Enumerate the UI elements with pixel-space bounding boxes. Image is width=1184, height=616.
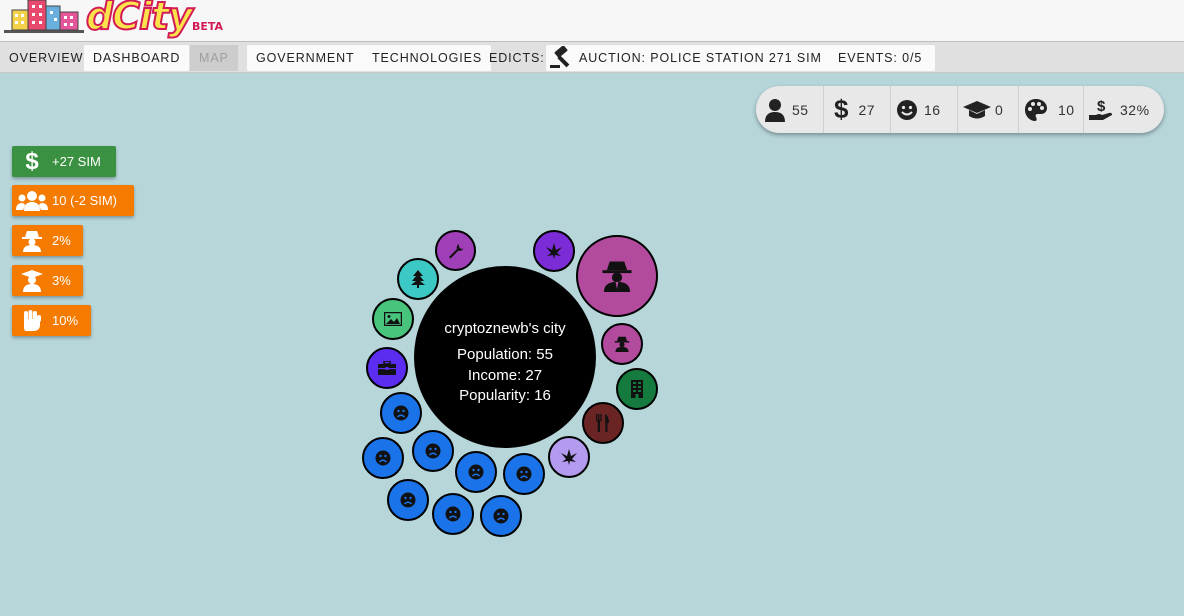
graduation-cap-icon bbox=[963, 100, 991, 118]
nav-auction[interactable]: AUCTION: POLICE STATION 271 SIM bbox=[546, 45, 831, 71]
spy-icon bbox=[614, 336, 630, 352]
badge-workers[interactable]: 10 (-2 SIM) bbox=[12, 185, 134, 216]
stat-population[interactable]: 55 bbox=[764, 86, 809, 133]
stat-happiness[interactable]: 16 bbox=[896, 86, 941, 133]
dollar-icon: $ bbox=[25, 147, 39, 175]
nav-overview[interactable]: OVERVIEW bbox=[0, 45, 92, 71]
building-bubble-gallery[interactable] bbox=[372, 298, 414, 340]
building-bubble-home[interactable] bbox=[380, 392, 422, 434]
building-bubble-home[interactable] bbox=[480, 495, 522, 537]
city-name: cryptoznewb's city bbox=[444, 320, 566, 337]
stats-bar: 55 $ 27 16 0 10 $ 32% bbox=[756, 86, 1164, 133]
graduate-icon bbox=[12, 269, 52, 292]
utensils-icon bbox=[596, 414, 609, 432]
smile-icon bbox=[897, 99, 917, 120]
stat-happiness-value: 16 bbox=[924, 101, 941, 118]
wrench-icon bbox=[448, 243, 463, 258]
building-bubble-home[interactable] bbox=[503, 453, 545, 495]
badge-workers-value: 10 (-2 SIM) bbox=[52, 193, 118, 208]
briefcase-icon bbox=[378, 361, 396, 375]
building-bubble-home[interactable] bbox=[387, 479, 429, 521]
stat-culture[interactable]: 10 bbox=[1024, 86, 1075, 133]
frown-icon bbox=[516, 466, 532, 482]
badge-income-value: +27 SIM bbox=[52, 154, 101, 169]
building-bubble-park[interactable] bbox=[397, 258, 439, 300]
frown-icon bbox=[468, 464, 484, 480]
badge-crime[interactable]: 2% bbox=[12, 225, 83, 256]
logo-beta-tag: BETA bbox=[192, 20, 224, 33]
logo-text: dCity bbox=[85, 0, 194, 39]
badge-education-value: 3% bbox=[52, 273, 71, 288]
stat-income[interactable]: $ 27 bbox=[834, 86, 875, 133]
frown-icon bbox=[445, 506, 461, 522]
city-popularity: Popularity: 16 bbox=[459, 387, 551, 404]
spy-icon bbox=[602, 261, 632, 292]
building-bubble-restaurant[interactable] bbox=[582, 402, 624, 444]
stat-education[interactable]: 0 bbox=[962, 86, 1003, 133]
stat-population-value: 55 bbox=[792, 101, 809, 118]
building-bubble-maintenance[interactable] bbox=[435, 230, 476, 271]
city-income: Income: 27 bbox=[467, 367, 543, 384]
nav-edicts[interactable]: EDICTS: bbox=[480, 45, 554, 71]
building-bubble-business[interactable] bbox=[366, 347, 408, 389]
building-bubble-home[interactable] bbox=[432, 493, 474, 535]
dollar-icon: $ bbox=[834, 94, 849, 124]
hand-money-icon: $ bbox=[1089, 98, 1112, 120]
frown-icon bbox=[493, 508, 509, 524]
city-center-bubble[interactable]: cryptoznewb's city Population: 55 Income… bbox=[414, 266, 596, 448]
building-bubble-home[interactable] bbox=[362, 437, 404, 479]
users-icon bbox=[12, 190, 52, 212]
fist-icon bbox=[12, 309, 52, 332]
frown-icon bbox=[400, 492, 416, 508]
header: dCity BETA bbox=[0, 0, 1184, 41]
nav-government[interactable]: GOVERNMENT bbox=[247, 45, 364, 71]
badge-education[interactable]: 3% bbox=[12, 265, 83, 296]
frown-icon bbox=[393, 405, 409, 421]
leaf-icon bbox=[546, 243, 562, 259]
svg-text:$: $ bbox=[1097, 98, 1106, 115]
city-buildings-icon bbox=[4, 0, 84, 33]
building-bubble-cannabis-farm[interactable] bbox=[533, 230, 575, 272]
building-bubble-police-station[interactable] bbox=[576, 235, 658, 317]
badge-income[interactable]: $ +27 SIM bbox=[12, 146, 116, 177]
building-bubble-home[interactable] bbox=[412, 430, 454, 472]
city-population: Population: 55 bbox=[457, 346, 553, 363]
stat-income-value: 27 bbox=[858, 101, 876, 118]
building-icon bbox=[631, 380, 643, 398]
nav-dashboard[interactable]: DASHBOARD bbox=[84, 45, 190, 71]
image-icon bbox=[384, 312, 402, 326]
building-bubble-home[interactable] bbox=[455, 451, 497, 493]
nav-events[interactable]: EVENTS: 0/5 bbox=[825, 45, 936, 71]
person-icon bbox=[765, 98, 785, 122]
spy-icon bbox=[12, 230, 52, 252]
stat-culture-value: 10 bbox=[1058, 101, 1075, 118]
badge-unrest[interactable]: 10% bbox=[12, 305, 91, 336]
stat-tax[interactable]: $ 32% bbox=[1088, 86, 1150, 133]
main-nav: OVERVIEW DASHBOARD MAP GOVERNMENT TECHNO… bbox=[0, 41, 1184, 73]
building-bubble-police-office[interactable] bbox=[601, 323, 643, 365]
building-bubble-office-building[interactable] bbox=[616, 368, 658, 410]
badge-crime-value: 2% bbox=[52, 233, 71, 248]
nav-map[interactable]: MAP bbox=[190, 45, 238, 71]
building-bubble-cannabis-shop[interactable] bbox=[548, 436, 590, 478]
tree-icon bbox=[411, 270, 425, 288]
frown-icon bbox=[425, 443, 441, 459]
logo[interactable]: dCity BETA bbox=[0, 0, 240, 41]
frown-icon bbox=[375, 450, 391, 466]
nav-technologies[interactable]: TECHNOLOGIES bbox=[363, 45, 492, 71]
palette-icon bbox=[1025, 98, 1047, 121]
gavel-icon bbox=[550, 46, 570, 68]
stat-education-value: 0 bbox=[995, 101, 1004, 118]
stat-tax-value: 32% bbox=[1120, 101, 1150, 118]
badge-unrest-value: 10% bbox=[52, 313, 79, 328]
leaf-icon bbox=[561, 449, 577, 465]
